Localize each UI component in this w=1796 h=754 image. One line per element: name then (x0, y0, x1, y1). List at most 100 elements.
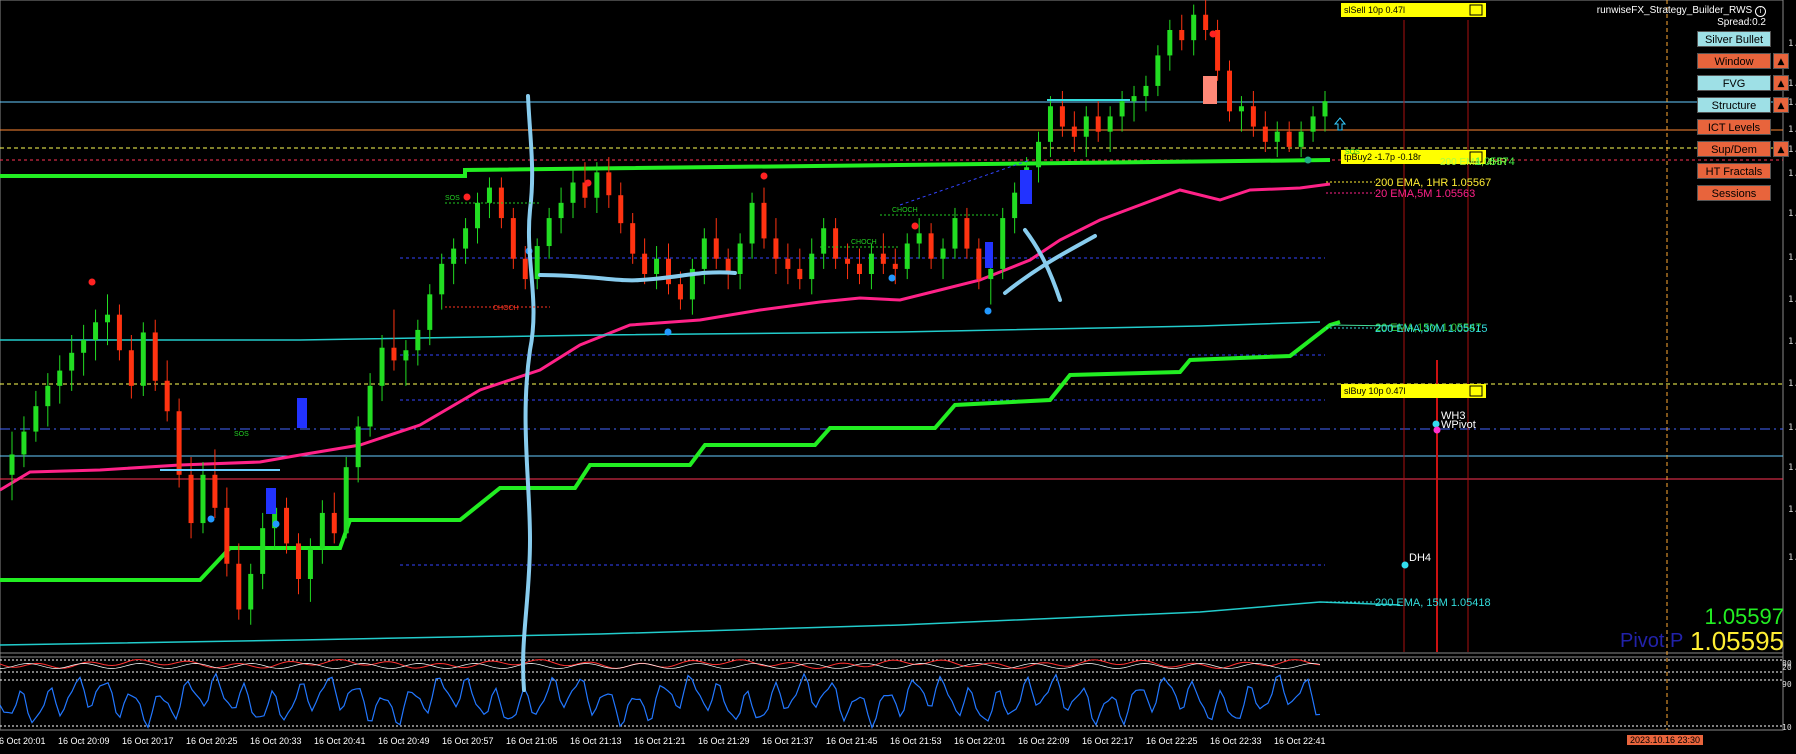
candle-body (1322, 101, 1328, 117)
candle (1322, 91, 1328, 132)
x-axis-tick-label: 16 Oct 20:01 (0, 736, 46, 746)
structure-label: SOS (234, 431, 249, 438)
candle-body (558, 202, 564, 219)
x-axis-tick-label: 16 Oct 21:37 (762, 736, 814, 746)
x-axis-tick-label: 16 Oct 20:41 (314, 736, 366, 746)
candle (463, 218, 469, 264)
current-time-badge: 2023.10.16 23:30 (1627, 735, 1704, 745)
osc-scale-label: 20 (1782, 663, 1792, 672)
y-axis-tick-label: 1.0 (1788, 39, 1796, 49)
candle-body (713, 238, 719, 259)
toolbar-button-window[interactable]: Window (1697, 53, 1771, 69)
candle (415, 319, 421, 366)
candle (200, 462, 206, 534)
candle (284, 497, 290, 554)
candle (868, 243, 874, 290)
candle-body (403, 350, 409, 361)
structure-label: CHOCH (892, 207, 918, 214)
pin-icon[interactable]: ▲ (1773, 141, 1789, 157)
candle-body (761, 202, 767, 239)
candle (1107, 106, 1113, 152)
fractal-dot (584, 179, 592, 187)
pin-icon[interactable]: ▲ (1773, 97, 1789, 113)
candle-body (510, 218, 516, 259)
ema-15m-green (0, 320, 1341, 582)
candle (212, 449, 218, 518)
x-axis-tick-label: 16 Oct 20:17 (122, 736, 174, 746)
candle (654, 246, 660, 290)
candle-body (1155, 55, 1161, 86)
candle (1227, 60, 1233, 122)
candle (510, 207, 516, 269)
candle-body (976, 248, 982, 280)
candle (689, 258, 695, 315)
candle (403, 340, 409, 386)
candle-body (868, 253, 874, 274)
osc-scale-label: 90 (1782, 680, 1792, 689)
order-block-box (1020, 170, 1032, 204)
candle (642, 238, 648, 285)
candle (725, 248, 731, 290)
candle (1083, 106, 1089, 158)
candle-body (128, 350, 134, 386)
toolbar-button-structure[interactable]: Structure (1697, 97, 1771, 113)
x-axis-tick-label: 16 Oct 21:21 (634, 736, 686, 746)
candle (1203, 0, 1209, 41)
candle-body (439, 263, 445, 295)
candle (1215, 19, 1221, 81)
pin-icon[interactable]: ▲ (1773, 75, 1789, 91)
candle-body (81, 340, 87, 353)
candle-body (212, 474, 218, 508)
candle (630, 213, 636, 264)
osc-scale-label: 10 (1782, 723, 1792, 732)
candle (140, 322, 146, 396)
candle-body (570, 182, 576, 203)
candle (128, 335, 134, 399)
candle-body (415, 329, 421, 351)
x-axis-tick-label: 16 Oct 22:33 (1210, 736, 1262, 746)
candle (1131, 85, 1137, 122)
toolbar-button-ht-fractals[interactable]: HT Fractals (1697, 163, 1771, 179)
candle-body (749, 202, 755, 244)
toolbar-button-ict-levels[interactable]: ICT Levels (1697, 119, 1771, 135)
toolbar-button-sup-dem[interactable]: Sup/Dem (1697, 141, 1771, 157)
price-chart[interactable]: slSell 10p 0.47ltpBuy2 -1.7p -0.18rslBuy… (0, 0, 1796, 754)
candlestick-series[interactable] (9, 0, 1328, 625)
strategy-name: runwiseFX_Strategy_Builder_RWS (1596, 5, 1753, 16)
toolbar-button-fvg[interactable]: FVG (1697, 75, 1771, 91)
candle-body (809, 253, 815, 280)
candle (331, 492, 337, 544)
candle-body (69, 352, 75, 371)
candle-body (1059, 106, 1065, 127)
candle (797, 248, 803, 290)
candle-body (463, 228, 469, 249)
toolbar-button-sessions[interactable]: Sessions (1697, 185, 1771, 201)
candle (845, 243, 851, 280)
ema-30m-line (0, 321, 1321, 341)
fractal-dot (88, 278, 96, 286)
candle-body (928, 233, 934, 259)
candle (761, 187, 767, 249)
candle-body (116, 314, 122, 351)
candle (1167, 19, 1173, 71)
candle-body (964, 218, 970, 249)
pin-icon[interactable]: ▲ (1773, 53, 1789, 69)
candle-body (1238, 106, 1244, 112)
candle (355, 416, 361, 483)
candle-body (833, 228, 839, 259)
y-axis-tick-label: 1.0 (1788, 505, 1796, 515)
sl-buy: slBuy 10p 0.47l (1341, 384, 1486, 398)
info-icon[interactable]: i (1755, 6, 1766, 17)
candle-body (331, 512, 337, 534)
pivot-dot (1401, 561, 1409, 569)
toolbar-button-silver-bullet[interactable]: Silver Bullet (1697, 31, 1771, 47)
candle-body (1000, 218, 1006, 269)
candle (427, 284, 433, 346)
y-axis-tick-label: 1.0 (1788, 463, 1796, 473)
ema-15m-cyan (0, 601, 1401, 646)
candle-body (1167, 30, 1173, 56)
candle-body (200, 474, 206, 524)
fractal-dot (207, 515, 215, 523)
candle-body (797, 268, 803, 280)
x-axis-tick-label: 16 Oct 20:49 (378, 736, 430, 746)
